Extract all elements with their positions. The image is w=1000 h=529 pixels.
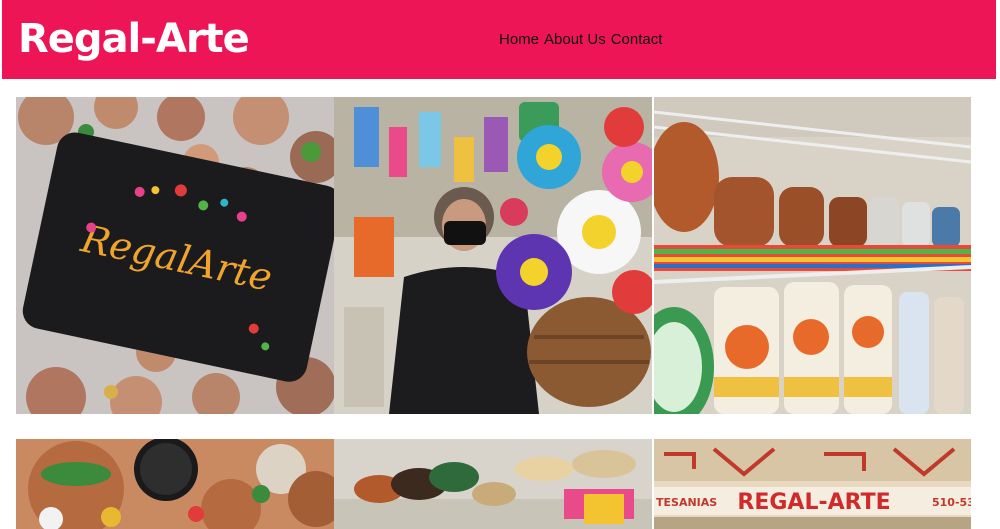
shop-owner-image: [334, 97, 652, 414]
clay-figurines-image: [16, 439, 334, 529]
site-logo[interactable]: Regal-Arte: [18, 14, 250, 64]
storefront-sign-image: TESANIAS REGAL-ARTE 510-53: [654, 439, 971, 529]
nav-link-contact[interactable]: Contact: [611, 31, 663, 49]
main-nav: Home About Us Contact: [499, 31, 662, 49]
business-card-image: RegalArte: [16, 97, 334, 414]
gallery-photo-pottery-shelves[interactable]: [654, 97, 971, 414]
sign-main-text: REGAL-ARTE: [737, 490, 890, 515]
gallery-photo-business-card[interactable]: RegalArte: [16, 97, 334, 414]
sign-right-text: 510-53: [932, 496, 971, 509]
nav-link-about-us[interactable]: About Us: [544, 31, 606, 49]
gallery-photo-storefront-sign[interactable]: TESANIAS REGAL-ARTE 510-53: [654, 439, 971, 529]
nav-link-home[interactable]: Home: [499, 31, 539, 49]
gallery-photo-clay-figurines[interactable]: [16, 439, 334, 529]
pottery-shelves-image: [654, 97, 971, 414]
gallery-photo-spinning-tops[interactable]: [334, 439, 652, 529]
sign-left-text: TESANIAS: [656, 496, 717, 509]
site-header: Regal-Arte Home About Us Contact: [2, 0, 996, 79]
gallery-photo-shop-owner[interactable]: [334, 97, 652, 414]
spinning-tops-image: [334, 439, 652, 529]
